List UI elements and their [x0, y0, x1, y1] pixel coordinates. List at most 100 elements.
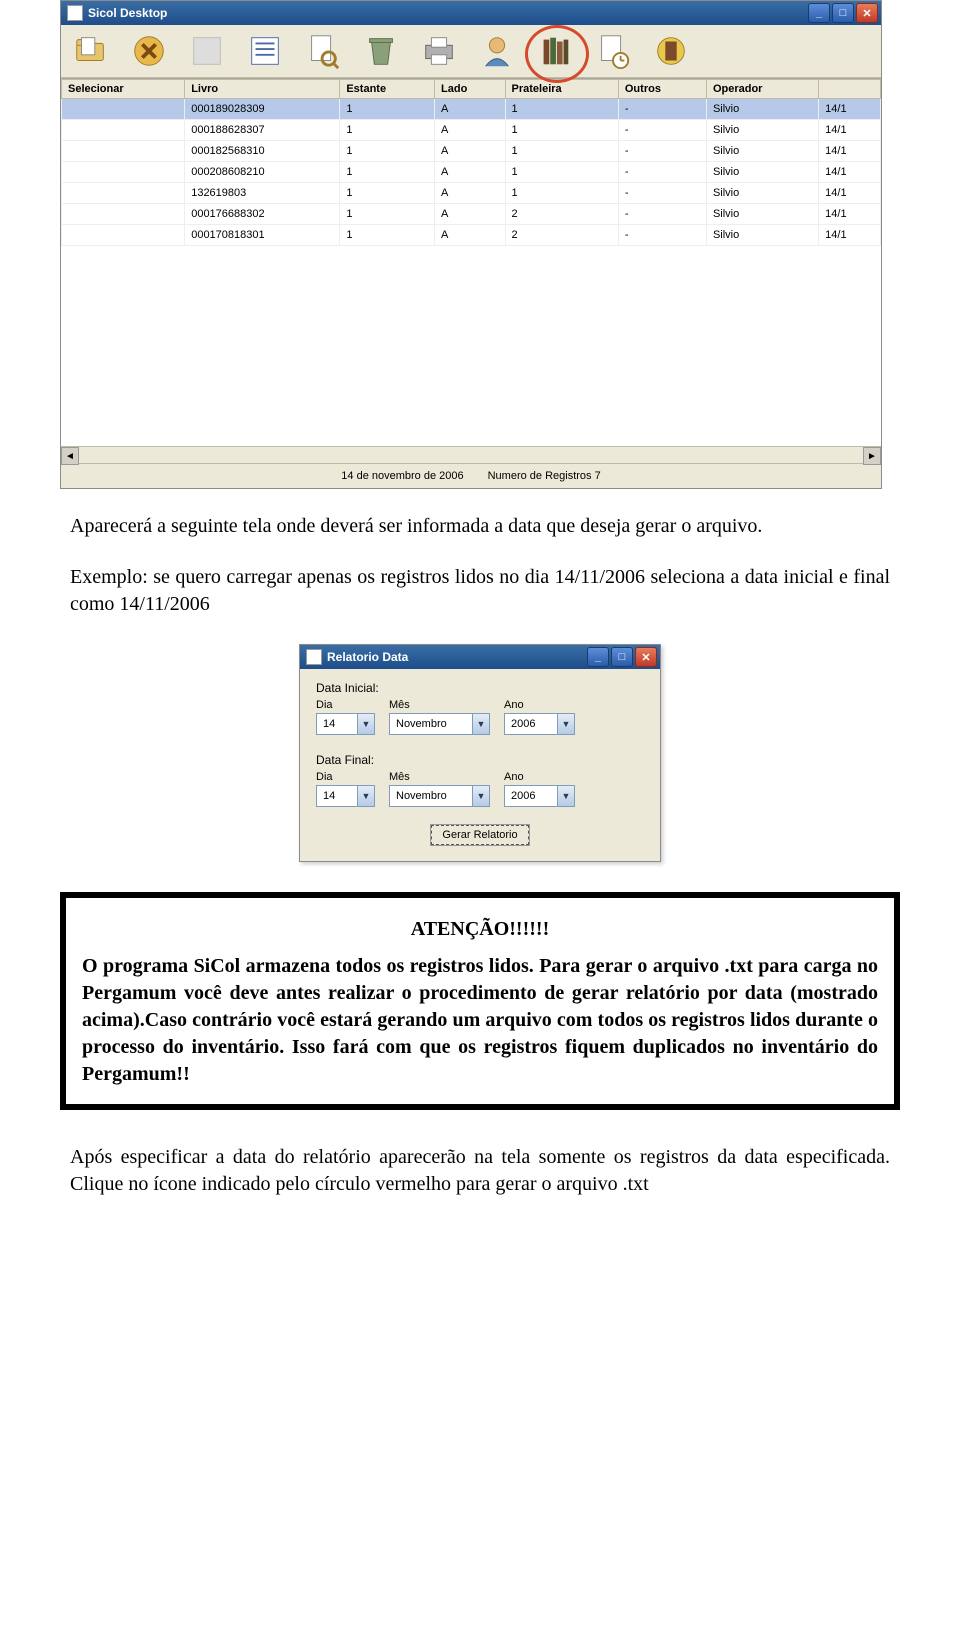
- gerar-relatorio-button[interactable]: Gerar Relatorio: [431, 825, 528, 845]
- dia-inicial-select[interactable]: 14 ▼: [316, 713, 375, 735]
- dialog-minimize-button[interactable]: _: [587, 647, 609, 667]
- table-cell: 1: [340, 99, 435, 120]
- table-cell: Silvio: [706, 120, 818, 141]
- table-row[interactable]: 0001766883021A2-Silvio14/1: [62, 204, 881, 225]
- table-cell: 14/1: [819, 120, 881, 141]
- table-row[interactable]: 0001825683101A1-Silvio14/1: [62, 141, 881, 162]
- dialog-titlebar: Relatorio Data _ □ ✕: [300, 645, 660, 669]
- doc-paragraph-1: Aparecerá a seguinte tela onde deverá se…: [70, 513, 890, 540]
- dia-label: Dia: [316, 699, 375, 711]
- open-folder-icon[interactable]: [71, 31, 111, 71]
- table-row[interactable]: 0001890283091A1-Silvio14/1: [62, 99, 881, 120]
- dialog-app-icon: [306, 649, 322, 665]
- col-lado[interactable]: Lado: [435, 80, 506, 99]
- table-cell: 14/1: [819, 99, 881, 120]
- chevron-down-icon: ▼: [472, 786, 489, 806]
- status-bar: 14 de novembro de 2006 Numero de Registr…: [61, 463, 881, 488]
- table-cell: 1: [505, 162, 618, 183]
- ano-final-select[interactable]: 2006 ▼: [504, 785, 575, 807]
- col-selecionar[interactable]: Selecionar: [62, 80, 185, 99]
- warning-text-bold-2: Caso contrário você estará gerando um ar…: [82, 1009, 878, 1085]
- table-row[interactable]: 0001886283071A1-Silvio14/1: [62, 120, 881, 141]
- status-date: 14 de novembro de 2006: [341, 470, 463, 482]
- table-cell: 1: [505, 120, 618, 141]
- books-export-icon[interactable]: [535, 31, 575, 71]
- ano-label-2: Ano: [504, 771, 575, 783]
- ano-inicial-select[interactable]: 2006 ▼: [504, 713, 575, 735]
- table-cell: 1: [340, 225, 435, 246]
- document-search-icon[interactable]: [303, 31, 343, 71]
- table-cell: -: [618, 225, 706, 246]
- col-outros[interactable]: Outros: [618, 80, 706, 99]
- mes-label-2: Mês: [389, 771, 490, 783]
- delete-icon[interactable]: [129, 31, 169, 71]
- mes-inicial-value: Novembro: [390, 718, 472, 730]
- data-final-label: Data Final:: [316, 753, 644, 767]
- list-icon[interactable]: [245, 31, 285, 71]
- table-cell: A: [435, 162, 506, 183]
- blank-icon[interactable]: [187, 31, 227, 71]
- toolbar: [61, 25, 881, 78]
- table-cell: 1: [340, 162, 435, 183]
- table-cell: 000176688302: [185, 204, 340, 225]
- status-count: Numero de Registros 7: [488, 470, 601, 482]
- table-cell: [62, 183, 185, 204]
- horizontal-scrollbar[interactable]: ◄ ►: [61, 446, 881, 463]
- table-cell: 1: [340, 183, 435, 204]
- user-icon[interactable]: [477, 31, 517, 71]
- dialog-close-button[interactable]: ✕: [635, 647, 657, 667]
- col-operador[interactable]: Operador: [706, 80, 818, 99]
- table-row[interactable]: 0001708183011A2-Silvio14/1: [62, 225, 881, 246]
- data-table: Selecionar Livro Estante Lado Prateleira…: [61, 78, 881, 446]
- table-cell: -: [618, 183, 706, 204]
- dialog-maximize-button[interactable]: □: [611, 647, 633, 667]
- close-button[interactable]: ✕: [856, 3, 878, 23]
- data-inicial-label: Data Inicial:: [316, 681, 644, 695]
- table-cell: [62, 204, 185, 225]
- table-cell: Silvio: [706, 141, 818, 162]
- table-header-row: Selecionar Livro Estante Lado Prateleira…: [62, 80, 881, 99]
- chevron-down-icon: ▼: [472, 714, 489, 734]
- trash-icon[interactable]: [361, 31, 401, 71]
- warning-box: ATENÇÃO!!!!!! O programa SiCol armazena …: [60, 892, 900, 1110]
- data-inicial-group: Data Inicial: Dia 14 ▼ Mês No: [316, 681, 644, 735]
- chevron-down-icon: ▼: [557, 786, 574, 806]
- table-cell: -: [618, 99, 706, 120]
- table-cell: Silvio: [706, 99, 818, 120]
- relatorio-dialog: Relatorio Data _ □ ✕ Data Inicial: Dia 1…: [299, 644, 661, 862]
- table-cell: 000189028309: [185, 99, 340, 120]
- col-prateleira[interactable]: Prateleira: [505, 80, 618, 99]
- table-cell: 2: [505, 204, 618, 225]
- table-cell: [62, 120, 185, 141]
- table-cell: 1: [505, 183, 618, 204]
- table-cell: -: [618, 141, 706, 162]
- chevron-down-icon: ▼: [357, 786, 374, 806]
- app-icon: [67, 5, 83, 21]
- table-cell: [62, 225, 185, 246]
- doc-paragraph-2: Exemplo: se quero carregar apenas os reg…: [70, 564, 890, 618]
- ano-final-value: 2006: [505, 790, 557, 802]
- printer-icon[interactable]: [419, 31, 459, 71]
- mes-final-select[interactable]: Novembro ▼: [389, 785, 490, 807]
- mes-final-value: Novembro: [390, 790, 472, 802]
- exit-door-icon[interactable]: [651, 31, 691, 71]
- minimize-button[interactable]: _: [808, 3, 830, 23]
- mes-inicial-select[interactable]: Novembro ▼: [389, 713, 490, 735]
- doc-paragraph-3: Após especificar a data do relatório apa…: [70, 1144, 890, 1198]
- maximize-button[interactable]: □: [832, 3, 854, 23]
- col-estante[interactable]: Estante: [340, 80, 435, 99]
- dia-label-2: Dia: [316, 771, 375, 783]
- table-row[interactable]: 1326198031A1-Silvio14/1: [62, 183, 881, 204]
- col-extra[interactable]: [819, 80, 881, 99]
- window-title: Sicol Desktop: [88, 6, 167, 20]
- report-time-icon[interactable]: [593, 31, 633, 71]
- col-livro[interactable]: Livro: [185, 80, 340, 99]
- ano-inicial-value: 2006: [505, 718, 557, 730]
- table-row[interactable]: 0002086082101A1-Silvio14/1: [62, 162, 881, 183]
- scroll-right-icon[interactable]: ►: [863, 447, 881, 465]
- scroll-left-icon[interactable]: ◄: [61, 447, 79, 465]
- table-cell: [62, 162, 185, 183]
- dia-final-value: 14: [317, 790, 357, 802]
- dia-final-select[interactable]: 14 ▼: [316, 785, 375, 807]
- table-cell: A: [435, 120, 506, 141]
